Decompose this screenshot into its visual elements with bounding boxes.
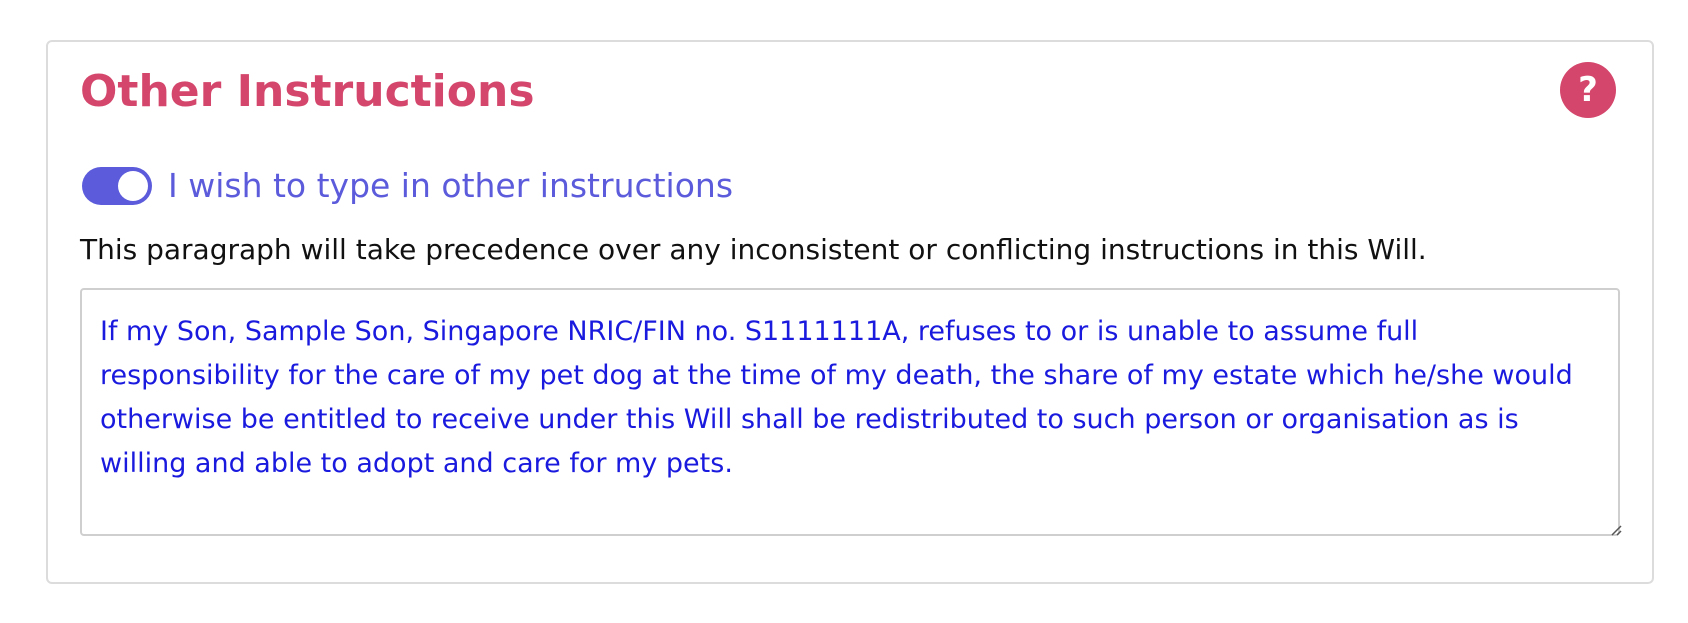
other-instructions-card: Other Instructions ? I wish to type in o… xyxy=(46,40,1654,584)
help-button[interactable]: ? xyxy=(1560,62,1616,118)
resize-grip-icon[interactable] xyxy=(1610,524,1622,536)
other-instructions-toggle[interactable] xyxy=(82,166,152,205)
toggle-label[interactable]: I wish to type in other instructions xyxy=(168,166,733,206)
other-instructions-toggle-row: I wish to type in other instructions xyxy=(82,166,733,206)
other-instructions-textarea[interactable]: If my Son, Sample Son, Singapore NRIC/FI… xyxy=(80,288,1620,536)
question-mark-icon: ? xyxy=(1578,70,1598,110)
toggle-knob xyxy=(118,170,148,201)
precedence-note: This paragraph will take precedence over… xyxy=(80,233,1427,266)
section-title: Other Instructions xyxy=(80,66,535,117)
